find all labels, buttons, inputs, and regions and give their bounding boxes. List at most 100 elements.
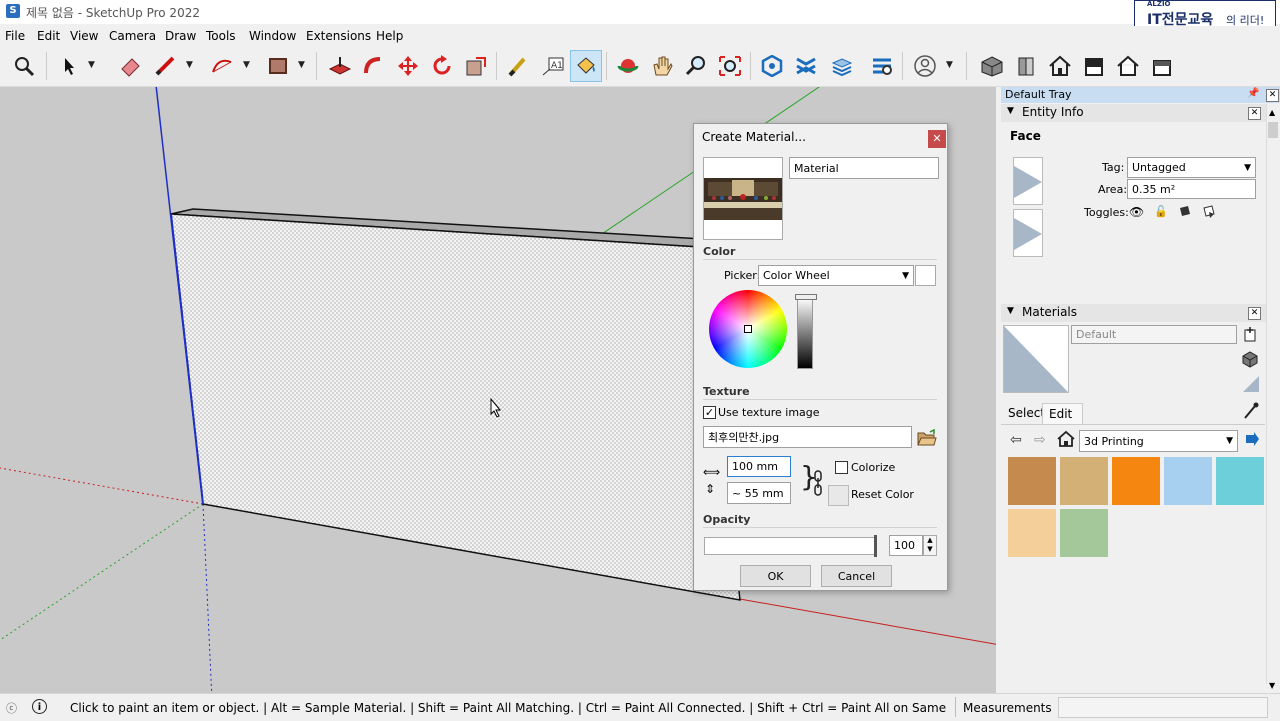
chevron-down-icon[interactable]: ▼ (298, 60, 305, 70)
top-view-icon[interactable] (1012, 52, 1040, 80)
measurements-input[interactable] (1058, 697, 1268, 718)
account-icon[interactable] (911, 52, 939, 80)
materials-header[interactable]: ▼ Materials (1001, 304, 1266, 322)
menu-edit[interactable]: Edit (37, 29, 60, 43)
brightness-slider-handle[interactable] (795, 294, 817, 300)
ok-button[interactable]: OK (740, 565, 811, 587)
texture-file-input[interactable]: 최후의만찬.jpg (703, 426, 912, 448)
layout-icon[interactable] (828, 52, 856, 80)
select-arrow-icon[interactable] (55, 52, 83, 80)
paint-bucket-icon[interactable] (570, 50, 602, 82)
scroll-up-icon[interactable]: ▲ (1269, 108, 1275, 117)
eraser-icon[interactable] (116, 52, 144, 80)
settings-icon[interactable] (868, 52, 896, 80)
chevron-down-icon[interactable]: ▼ (186, 60, 193, 70)
reset-color-label[interactable]: Reset Color (851, 488, 914, 501)
texture-height-input[interactable]: ~ 55 mm (727, 482, 791, 504)
material-swatch[interactable] (1060, 509, 1108, 557)
pin-icon[interactable]: 📌 (1247, 88, 1259, 99)
credits-icon[interactable]: ⓒ (6, 700, 17, 716)
pan-icon[interactable] (648, 52, 676, 80)
visibility-eye-icon[interactable]: 👁 (1129, 205, 1144, 219)
close-icon[interactable]: ✕ (1266, 89, 1279, 102)
opacity-spinner[interactable]: ▲ ▼ (923, 535, 937, 556)
back-material-swatch[interactable] (1013, 209, 1043, 257)
arc-icon[interactable] (208, 52, 236, 80)
pencil-line-icon[interactable] (152, 52, 180, 80)
iso-view-icon[interactable] (978, 52, 1006, 80)
material-name-display[interactable]: Default (1071, 325, 1237, 344)
folder-open-icon[interactable] (917, 428, 937, 450)
orbit-icon[interactable] (614, 52, 642, 80)
scale-icon[interactable] (462, 52, 490, 80)
picker-select[interactable]: Color Wheel ▼ (758, 265, 914, 286)
opacity-input[interactable]: 100 (889, 535, 923, 556)
back-view-icon[interactable] (1114, 52, 1142, 80)
follow-me-icon[interactable] (360, 52, 388, 80)
tray-scrollbar[interactable] (1266, 104, 1280, 684)
cancel-button[interactable]: Cancel (821, 565, 892, 587)
material-name-input[interactable]: Material (789, 157, 939, 179)
close-icon[interactable]: ✕ (928, 130, 946, 148)
front-material-swatch[interactable] (1013, 157, 1043, 205)
menu-help[interactable]: Help (376, 29, 403, 43)
chevron-down-icon[interactable]: ▼ (946, 60, 953, 70)
rotate-icon[interactable] (428, 52, 456, 80)
tag-select[interactable]: Untagged ▼ (1127, 157, 1256, 178)
zoom-icon[interactable] (682, 52, 710, 80)
search-icon[interactable] (10, 52, 38, 80)
use-texture-checkbox[interactable]: ✓ (703, 406, 716, 419)
scrollbar-thumb[interactable] (1268, 122, 1278, 138)
color-swatch[interactable] (915, 265, 936, 286)
material-library-select[interactable]: 3d Printing ▼ (1079, 430, 1238, 452)
front-view-icon[interactable] (1046, 52, 1074, 80)
lock-icon[interactable]: 🔓 (1154, 205, 1168, 218)
chain-link-icon[interactable] (813, 470, 823, 499)
model-materials-icon[interactable] (1241, 350, 1259, 371)
left-view-icon[interactable] (1148, 52, 1176, 80)
chevron-down-icon[interactable]: ▼ (243, 60, 250, 70)
opacity-slider-handle[interactable] (874, 535, 877, 557)
right-view-icon[interactable] (1080, 52, 1108, 80)
menu-draw[interactable]: Draw (165, 29, 196, 43)
chevron-down-icon[interactable]: ▼ (88, 60, 95, 70)
zoom-extents-icon[interactable] (716, 52, 744, 80)
extension-icon[interactable] (792, 52, 820, 80)
menu-tools[interactable]: Tools (206, 29, 236, 43)
scroll-down-icon[interactable]: ▼ (1269, 681, 1275, 690)
material-swatch[interactable] (1008, 457, 1056, 505)
create-material-icon[interactable] (1243, 326, 1257, 345)
texture-width-input[interactable]: 100 mm (727, 456, 791, 477)
menu-file[interactable]: File (5, 29, 25, 43)
menu-view[interactable]: View (70, 29, 98, 43)
tab-edit[interactable]: Edit (1049, 407, 1072, 421)
push-pull-icon[interactable] (326, 52, 354, 80)
close-icon[interactable]: ✕ (1248, 307, 1261, 320)
rectangle-icon[interactable] (264, 52, 292, 80)
menu-extensions[interactable]: Extensions (306, 29, 371, 43)
cast-shadow-icon[interactable] (1177, 204, 1193, 223)
warehouse-icon[interactable] (758, 52, 786, 80)
material-swatch[interactable] (1008, 509, 1056, 557)
tape-measure-icon[interactable] (504, 52, 532, 80)
receive-shadow-icon[interactable] (1201, 204, 1217, 223)
text-icon[interactable]: A1 (539, 52, 567, 80)
colorize-checkbox[interactable] (835, 461, 848, 474)
info-icon[interactable]: i (32, 699, 47, 714)
eyedropper-icon[interactable] (1243, 402, 1259, 423)
forward-arrow-icon[interactable]: ⇨ (1034, 432, 1046, 448)
material-swatch[interactable] (1164, 457, 1212, 505)
sample-paint-icon[interactable] (1241, 374, 1261, 397)
material-swatch[interactable] (1060, 457, 1108, 505)
tab-select[interactable]: Select (1008, 406, 1045, 420)
color-wheel-handle[interactable] (744, 325, 752, 333)
move-icon[interactable] (394, 52, 422, 80)
menu-camera[interactable]: Camera (109, 29, 156, 43)
entity-info-header[interactable]: ▼ Entity Info (1001, 104, 1266, 122)
back-arrow-icon[interactable]: ⇦ (1010, 432, 1022, 448)
menu-window[interactable]: Window (249, 29, 296, 43)
material-swatch[interactable] (1216, 457, 1264, 505)
home-icon[interactable] (1057, 430, 1075, 451)
material-swatch[interactable] (1112, 457, 1160, 505)
details-arrow-icon[interactable] (1244, 431, 1260, 450)
